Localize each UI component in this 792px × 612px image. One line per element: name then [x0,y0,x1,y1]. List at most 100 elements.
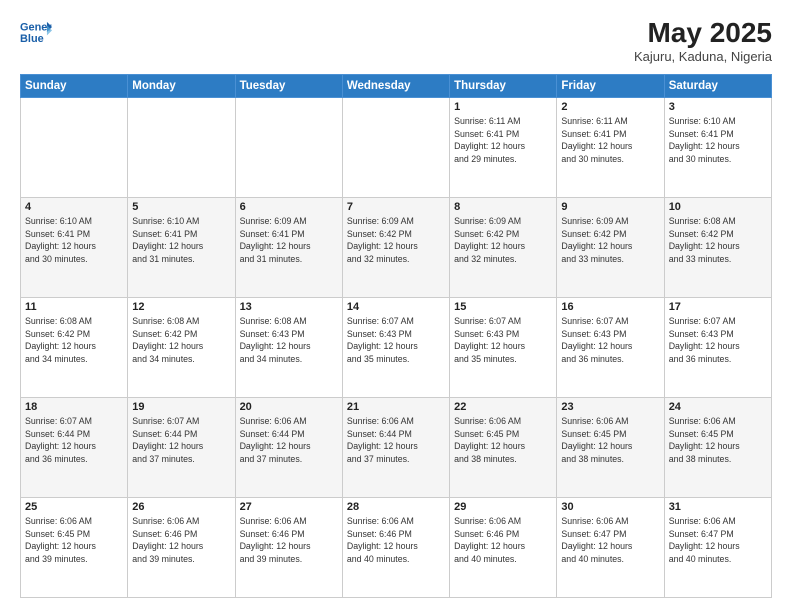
day-number: 18 [25,401,123,413]
calendar-day-6: 6 Sunrise: 6:09 AMSunset: 6:41 PMDaylight… [235,197,342,297]
header: General Blue May 2025 Kajuru, Kaduna, Ni… [20,18,772,64]
main-title: May 2025 [634,18,772,49]
calendar-day-25: 25 Sunrise: 6:06 AMSunset: 6:45 PMDayligh… [21,497,128,597]
calendar-day-15: 15Sunrise: 6:07 AMSunset: 6:43 PMDayligh… [450,297,557,397]
day-info: Sunrise: 6:09 AMSunset: 6:41 PMDaylight:… [240,215,338,266]
day-info: Sunrise: 6:07 AMSunset: 6:44 PMDaylight:… [132,415,230,466]
day-number: 10 [669,201,767,213]
day-info: Sunrise: 6:06 AMSunset: 6:45 PMDaylight:… [561,415,659,466]
calendar-week-2: 4Sunrise: 6:10 AMSunset: 6:41 PMDaylight… [21,197,772,297]
calendar-day-empty [128,97,235,197]
calendar-day-31: 31Sunrise: 6:06 AMSunset: 6:47 PMDayligh… [664,497,771,597]
day-number: 9 [561,201,659,213]
day-info: Sunrise: 6:10 AMSunset: 6:41 PMDaylight:… [132,215,230,266]
title-area: May 2025 Kajuru, Kaduna, Nigeria [634,18,772,64]
day-number: 6 [240,201,338,213]
calendar-day-18: 18 Sunrise: 6:07 AMSunset: 6:44 PMDayligh… [21,397,128,497]
day-info: Sunrise: 6:07 AMSunset: 6:43 PMDaylight:… [669,315,767,366]
day-info: Sunrise: 6:07 AMSunset: 6:44 PMDaylight:… [25,415,123,466]
generalblue-logo-icon: General Blue [20,18,52,46]
day-info: Sunrise: 6:07 AMSunset: 6:43 PMDaylight:… [561,315,659,366]
day-number: 29 [454,501,552,513]
calendar-day-22: 22Sunrise: 6:06 AMSunset: 6:45 PMDayligh… [450,397,557,497]
day-number: 24 [669,401,767,413]
day-header-friday: Friday [557,74,664,97]
day-number: 19 [132,401,230,413]
calendar-day-27: 27 Sunrise: 6:06 AMSunset: 6:46 PMDayligh… [235,497,342,597]
day-number: 3 [669,101,767,113]
day-info: Sunrise: 6:06 AMSunset: 6:46 PMDaylight:… [454,515,552,566]
logo: General Blue [20,18,52,46]
calendar-week-4: 18 Sunrise: 6:07 AMSunset: 6:44 PMDayligh… [21,397,772,497]
calendar-day-28: 28Sunrise: 6:06 AMSunset: 6:46 PMDayligh… [342,497,449,597]
day-info: Sunrise: 6:10 AMSunset: 6:41 PMDaylight:… [25,215,123,266]
day-number: 27 [240,501,338,513]
day-number: 8 [454,201,552,213]
day-number: 23 [561,401,659,413]
day-info: Sunrise: 6:06 AMSunset: 6:45 PMDaylight:… [25,515,123,566]
calendar-day-1: 1 Sunrise: 6:11 AMSunset: 6:41 PMDaylight… [450,97,557,197]
day-number: 7 [347,201,445,213]
day-header-tuesday: Tuesday [235,74,342,97]
calendar-day-23: 23 Sunrise: 6:06 AMSunset: 6:45 PMDayligh… [557,397,664,497]
day-info: Sunrise: 6:06 AMSunset: 6:47 PMDaylight:… [561,515,659,566]
day-number: 13 [240,301,338,313]
calendar-day-8: 8 Sunrise: 6:09 AMSunset: 6:42 PMDaylight… [450,197,557,297]
day-info: Sunrise: 6:11 AMSunset: 6:41 PMDaylight:… [561,115,659,166]
day-number: 22 [454,401,552,413]
calendar-day-5: 5 Sunrise: 6:10 AMSunset: 6:41 PMDaylight… [128,197,235,297]
calendar-day-20: 20Sunrise: 6:06 AMSunset: 6:44 PMDayligh… [235,397,342,497]
day-info: Sunrise: 6:08 AMSunset: 6:42 PMDaylight:… [669,215,767,266]
day-info: Sunrise: 6:06 AMSunset: 6:46 PMDaylight:… [132,515,230,566]
day-number: 5 [132,201,230,213]
day-number: 11 [25,301,123,313]
day-number: 17 [669,301,767,313]
calendar-day-19: 19 Sunrise: 6:07 AMSunset: 6:44 PMDayligh… [128,397,235,497]
calendar-day-empty [342,97,449,197]
day-info: Sunrise: 6:06 AMSunset: 6:46 PMDaylight:… [240,515,338,566]
day-header-wednesday: Wednesday [342,74,449,97]
day-info: Sunrise: 6:06 AMSunset: 6:44 PMDaylight:… [347,415,445,466]
day-number: 21 [347,401,445,413]
day-info: Sunrise: 6:07 AMSunset: 6:43 PMDaylight:… [347,315,445,366]
calendar-day-26: 26 Sunrise: 6:06 AMSunset: 6:46 PMDayligh… [128,497,235,597]
calendar-table: SundayMondayTuesdayWednesdayThursdayFrid… [20,74,772,598]
subtitle: Kajuru, Kaduna, Nigeria [634,49,772,64]
calendar-day-10: 10 Sunrise: 6:08 AMSunset: 6:42 PMDayligh… [664,197,771,297]
page: General Blue May 2025 Kajuru, Kaduna, Ni… [0,0,792,612]
day-info: Sunrise: 6:10 AMSunset: 6:41 PMDaylight:… [669,115,767,166]
day-info: Sunrise: 6:06 AMSunset: 6:47 PMDaylight:… [669,515,767,566]
calendar-day-11: 11Sunrise: 6:08 AMSunset: 6:42 PMDayligh… [21,297,128,397]
calendar-day-2: 2 Sunrise: 6:11 AMSunset: 6:41 PMDaylight… [557,97,664,197]
day-header-saturday: Saturday [664,74,771,97]
day-header-monday: Monday [128,74,235,97]
calendar-day-7: 7Sunrise: 6:09 AMSunset: 6:42 PMDaylight… [342,197,449,297]
calendar-day-13: 13 Sunrise: 6:08 AMSunset: 6:43 PMDayligh… [235,297,342,397]
day-info: Sunrise: 6:09 AMSunset: 6:42 PMDaylight:… [561,215,659,266]
day-number: 1 [454,101,552,113]
day-info: Sunrise: 6:11 AMSunset: 6:41 PMDaylight:… [454,115,552,166]
day-number: 26 [132,501,230,513]
calendar-day-empty [21,97,128,197]
day-number: 25 [25,501,123,513]
calendar-day-30: 30Sunrise: 6:06 AMSunset: 6:47 PMDayligh… [557,497,664,597]
day-info: Sunrise: 6:08 AMSunset: 6:42 PMDaylight:… [132,315,230,366]
day-number: 16 [561,301,659,313]
day-number: 2 [561,101,659,113]
day-info: Sunrise: 6:09 AMSunset: 6:42 PMDaylight:… [454,215,552,266]
calendar-day-empty [235,97,342,197]
day-number: 14 [347,301,445,313]
calendar-day-24: 24Sunrise: 6:06 AMSunset: 6:45 PMDayligh… [664,397,771,497]
day-header-thursday: Thursday [450,74,557,97]
svg-text:Blue: Blue [20,33,44,45]
calendar-week-5: 25 Sunrise: 6:06 AMSunset: 6:45 PMDayligh… [21,497,772,597]
calendar-day-29: 29 Sunrise: 6:06 AMSunset: 6:46 PMDayligh… [450,497,557,597]
day-number: 12 [132,301,230,313]
day-info: Sunrise: 6:08 AMSunset: 6:43 PMDaylight:… [240,315,338,366]
day-header-sunday: Sunday [21,74,128,97]
day-number: 20 [240,401,338,413]
calendar-day-4: 4Sunrise: 6:10 AMSunset: 6:41 PMDaylight… [21,197,128,297]
day-info: Sunrise: 6:06 AMSunset: 6:46 PMDaylight:… [347,515,445,566]
calendar-day-9: 9 Sunrise: 6:09 AMSunset: 6:42 PMDaylight… [557,197,664,297]
calendar-day-3: 3 Sunrise: 6:10 AMSunset: 6:41 PMDaylight… [664,97,771,197]
